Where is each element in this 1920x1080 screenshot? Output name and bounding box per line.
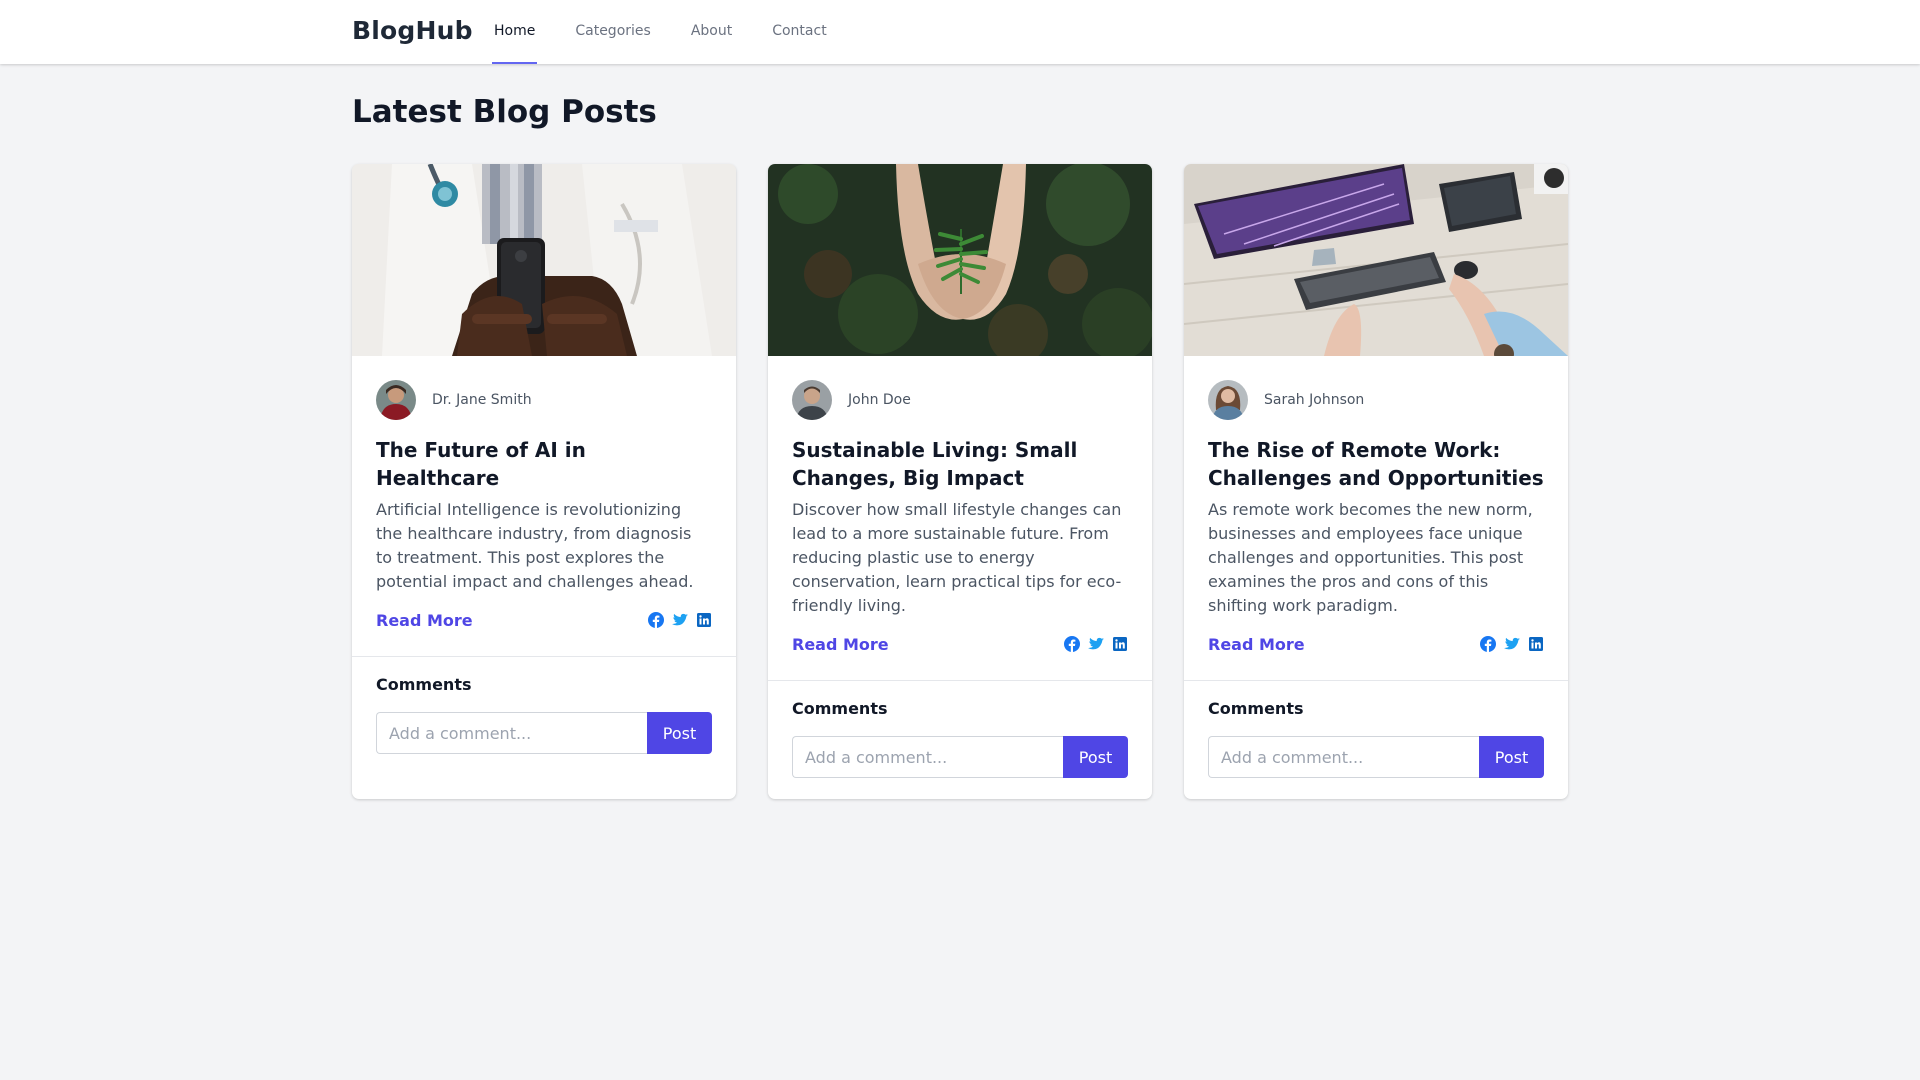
read-more-link[interactable]: Read More	[376, 611, 473, 630]
post-image-hands-seedling[interactable]	[768, 164, 1152, 356]
comments-heading: Comments	[1208, 699, 1304, 718]
post-actions: Read More	[792, 632, 1128, 656]
avatar-art	[376, 380, 416, 420]
linkedin-icon[interactable]	[696, 612, 712, 628]
comment-input[interactable]	[1208, 736, 1479, 778]
author-name[interactable]: John Doe	[848, 392, 911, 408]
post-card: John Doe Sustainable Living: Small Chang…	[768, 164, 1152, 799]
post-comment-button[interactable]: Post	[1479, 736, 1544, 778]
share-buttons	[1480, 636, 1544, 652]
author-row: Sarah Johnson	[1208, 380, 1544, 420]
twitter-icon[interactable]	[1088, 636, 1104, 652]
read-more-link[interactable]: Read More	[1208, 635, 1305, 654]
brand-logo[interactable]: BlogHub	[352, 16, 473, 45]
author-name[interactable]: Sarah Johnson	[1264, 392, 1364, 408]
post-excerpt: Discover how small lifestyle changes can…	[792, 500, 1122, 615]
nav-home[interactable]: Home	[492, 0, 538, 64]
post-grid: Dr. Jane Smith The Future of AI in Healt…	[352, 164, 1568, 799]
post-title[interactable]: The Rise of Remote Work: Challenges and …	[1208, 436, 1544, 492]
page-title: Latest Blog Posts	[352, 94, 657, 130]
nav-contact[interactable]: Contact	[770, 0, 828, 64]
twitter-icon[interactable]	[672, 612, 688, 628]
read-more-link[interactable]: Read More	[792, 635, 889, 654]
post-title[interactable]: The Future of AI in Healthcare	[376, 436, 712, 492]
linkedin-icon[interactable]	[1528, 636, 1544, 652]
avatar-art	[792, 380, 832, 420]
author-avatar[interactable]	[792, 380, 832, 420]
facebook-icon[interactable]	[648, 612, 664, 628]
nav-about[interactable]: About	[689, 0, 734, 64]
nav-categories[interactable]: Categories	[573, 0, 652, 64]
facebook-icon[interactable]	[1480, 636, 1496, 652]
comment-form: Post	[376, 712, 712, 754]
author-avatar[interactable]	[376, 380, 416, 420]
post-image-remote-desk[interactable]	[1184, 164, 1568, 356]
post-image-art	[352, 164, 736, 356]
linkedin-icon[interactable]	[1112, 636, 1128, 652]
post-image-art	[768, 164, 1152, 356]
share-buttons	[648, 612, 712, 628]
post-actions: Read More	[1208, 632, 1544, 656]
post-card: Sarah Johnson The Rise of Remote Work: C…	[1184, 164, 1568, 799]
comment-input[interactable]	[792, 736, 1063, 778]
comments-heading: Comments	[792, 699, 888, 718]
post-excerpt: Artificial Intelligence is revolutionizi…	[376, 500, 694, 591]
post-actions: Read More	[376, 608, 712, 632]
author-avatar[interactable]	[1208, 380, 1248, 420]
comments-heading: Comments	[376, 675, 472, 694]
comment-form: Post	[1208, 736, 1544, 778]
facebook-icon[interactable]	[1064, 636, 1080, 652]
comments-section: Comments Post	[1184, 681, 1568, 778]
post-image-art	[1184, 164, 1568, 356]
top-navbar: BlogHub Home Categories About Contact	[0, 0, 1920, 64]
post-image-doctor-phone[interactable]	[352, 164, 736, 356]
share-buttons	[1064, 636, 1128, 652]
post-comment-button[interactable]: Post	[1063, 736, 1128, 778]
post-comment-button[interactable]: Post	[647, 712, 712, 754]
post-title[interactable]: Sustainable Living: Small Changes, Big I…	[792, 436, 1128, 492]
twitter-icon[interactable]	[1504, 636, 1520, 652]
comment-input[interactable]	[376, 712, 647, 754]
author-row: John Doe	[792, 380, 1128, 420]
author-row: Dr. Jane Smith	[376, 380, 712, 420]
author-name[interactable]: Dr. Jane Smith	[432, 392, 532, 408]
comments-section: Comments Post	[768, 681, 1152, 778]
comments-section: Comments Post	[352, 657, 736, 754]
main-nav: Home Categories About Contact	[492, 0, 865, 64]
comment-form: Post	[792, 736, 1128, 778]
avatar-art	[1208, 380, 1248, 420]
post-excerpt: As remote work becomes the new norm, bus…	[1208, 500, 1533, 615]
post-card: Dr. Jane Smith The Future of AI in Healt…	[352, 164, 736, 799]
